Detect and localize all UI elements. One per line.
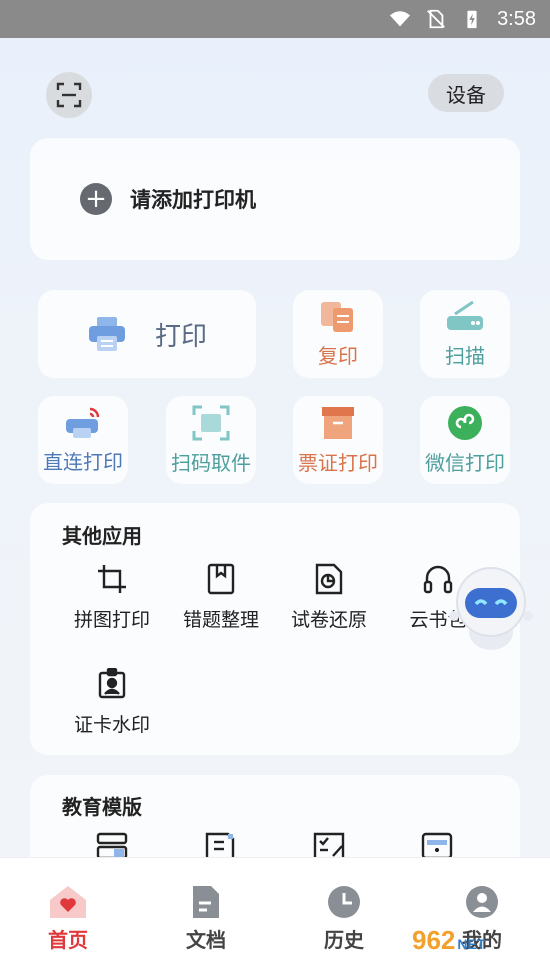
other-apps-title: 其他应用 <box>62 524 142 548</box>
wechat-miniprogram-icon <box>448 405 482 440</box>
app-label: 错题整理 <box>182 609 259 631</box>
nav-home[interactable]: 首页 <box>18 884 118 953</box>
print-tile[interactable]: 打印 <box>38 290 256 378</box>
app-paper-restore[interactable]: 试卷还原 <box>274 563 384 632</box>
copy-icon <box>321 301 353 332</box>
clock-icon <box>328 886 360 918</box>
battery-charging-icon <box>467 10 477 29</box>
app-id-watermark[interactable]: 证卡水印 <box>57 668 167 737</box>
nav-history[interactable]: 历史 <box>294 884 394 953</box>
notebook-icon <box>207 563 235 595</box>
template-test-paper-icon[interactable] <box>312 832 346 858</box>
copy-label: 复印 <box>318 343 358 368</box>
printer-icon <box>88 317 125 351</box>
wechat-print-label: 微信打印 <box>425 450 505 475</box>
home-heart-icon <box>50 886 86 918</box>
nav-documents[interactable]: 文档 <box>156 884 256 953</box>
direct-print-tile[interactable]: 直连打印 <box>38 396 128 484</box>
status-bar: 3:58 <box>0 0 550 38</box>
add-printer-label: 请添加打印机 <box>130 188 256 212</box>
direct-print-label: 直连打印 <box>43 449 123 474</box>
bottom-navigation: 首页 文档 历史 我的 <box>0 857 550 979</box>
app-collage-print[interactable]: 拼图打印 <box>57 563 167 632</box>
app-label: 试卷还原 <box>290 609 367 631</box>
scanner-icon <box>447 300 483 330</box>
education-title: 教育模版 <box>62 795 142 819</box>
nav-history-label: 历史 <box>324 928 364 952</box>
copy-tile[interactable]: 复印 <box>293 290 383 378</box>
nav-home-label: 首页 <box>48 928 88 952</box>
template-layout-icon[interactable] <box>96 832 128 858</box>
crop-icon <box>98 565 126 593</box>
scan-code-button[interactable] <box>46 72 92 118</box>
id-card-icon <box>98 668 126 699</box>
watermark-logo: 962 NET <box>412 925 486 955</box>
scan-frame-icon <box>56 82 82 108</box>
robot-assistant-icon[interactable] <box>448 562 534 658</box>
wechat-print-tile[interactable]: 微信打印 <box>420 396 510 484</box>
nav-documents-label: 文档 <box>186 928 226 952</box>
device-button[interactable]: 设备 <box>428 74 504 112</box>
ticket-box-icon <box>322 406 354 439</box>
plus-icon: + <box>80 183 112 215</box>
scan-tile[interactable]: 扫描 <box>420 290 510 378</box>
qr-pickup-label: 扫码取件 <box>171 450 251 475</box>
document-chart-icon <box>315 563 343 595</box>
user-icon <box>466 886 498 918</box>
scan-label: 扫描 <box>445 343 485 368</box>
qr-pickup-tile[interactable]: 扫码取件 <box>166 396 256 484</box>
ticket-print-tile[interactable]: 票证打印 <box>293 396 383 484</box>
wireless-printer-icon <box>66 407 100 438</box>
ticket-print-label: 票证打印 <box>298 450 378 475</box>
app-wrong-questions[interactable]: 错题整理 <box>166 563 276 632</box>
app-label: 证卡水印 <box>73 714 150 736</box>
wifi-icon <box>389 11 411 27</box>
qr-scan-icon <box>192 405 230 440</box>
document-icon <box>193 886 219 918</box>
print-label: 打印 <box>154 321 207 352</box>
template-document-icon[interactable] <box>204 832 236 858</box>
status-time: 3:58 <box>497 7 536 30</box>
app-label: 拼图打印 <box>73 609 150 631</box>
template-calendar-icon[interactable] <box>420 832 454 858</box>
no-sim-icon <box>427 9 445 29</box>
add-printer-row[interactable]: + 请添加打印机 <box>80 183 256 215</box>
